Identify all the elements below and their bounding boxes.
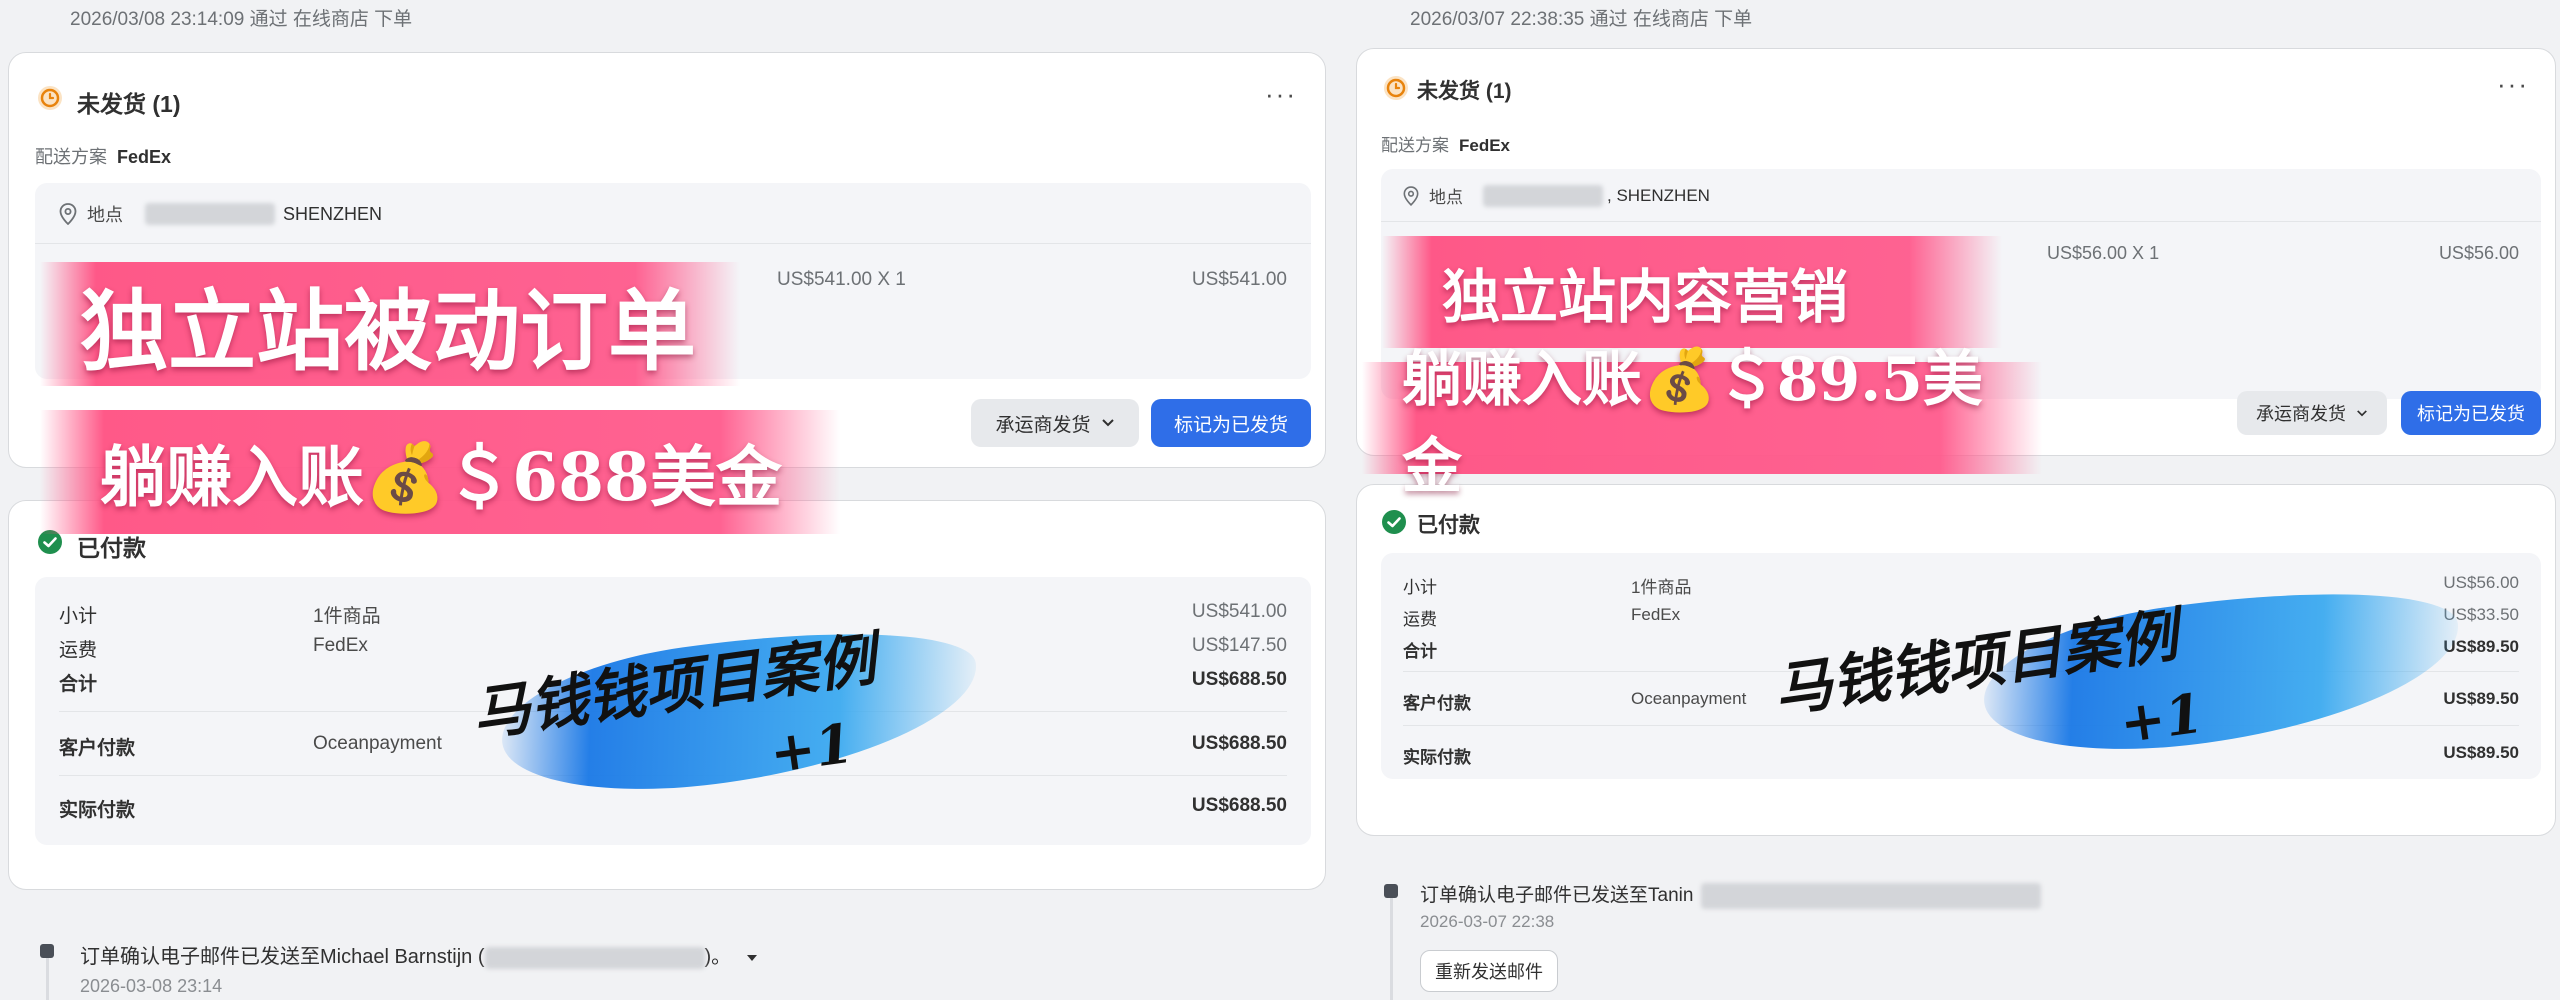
- location-row: 地点 SHENZHEN: [59, 201, 382, 227]
- timeline-dot: [40, 944, 54, 958]
- customer-paid-value: US$89.50: [2443, 689, 2519, 708]
- item-divider: [35, 243, 1311, 244]
- unfulfilled-title: 未发货 (1): [77, 91, 181, 117]
- shipping-method-value: FedEx: [1459, 136, 1511, 155]
- project-case-count: +1: [765, 710, 857, 786]
- subtotal-items: 1件商品: [1631, 578, 1692, 597]
- paid-title: 已付款: [77, 535, 146, 561]
- location-label: 地点: [87, 205, 123, 225]
- clock-circle-icon: [38, 86, 62, 110]
- promo-banner-income: 躺赚入账💰＄89.5美金: [1362, 345, 2042, 502]
- item-unit-price: US$541.00 X 1: [777, 269, 906, 290]
- actual-paid-value: US$688.50: [1191, 795, 1287, 816]
- total-label: 合计: [59, 674, 98, 695]
- shipping-method: 配送方案 FedEx: [35, 143, 171, 169]
- total-value: US$688.50: [1191, 669, 1287, 690]
- location-pin-icon: [59, 203, 77, 225]
- payment-gateway: Oceanpayment: [313, 733, 442, 754]
- project-case-count: +1: [2115, 680, 2207, 756]
- timeline-event-text: 订单确认电子邮件已发送至Michael Barnstijn (: [80, 946, 485, 968]
- check-circle-icon: [1382, 510, 1406, 534]
- shipping-carrier: FedEx: [1631, 605, 1681, 624]
- location-value: SHENZHEN: [283, 203, 383, 224]
- summary-divider-2: [1403, 725, 2519, 726]
- shipping-method-label: 配送方案: [1381, 136, 1449, 155]
- more-horizontal-icon[interactable]: ···: [1265, 79, 1297, 110]
- subtotal-label: 小计: [59, 606, 98, 627]
- redacted-address: [145, 203, 275, 225]
- promo-banner-income: 躺赚入账💰＄688美金: [40, 410, 840, 534]
- shipping-method-label: 配送方案: [35, 147, 107, 167]
- customer-paid-label: 客户付款: [1403, 694, 1471, 713]
- item-total: US$56.00: [2438, 243, 2519, 263]
- caret-down-icon[interactable]: [745, 953, 759, 963]
- carrier-ship-button[interactable]: 承运商发货: [2237, 391, 2387, 435]
- paid-title: 已付款: [1417, 514, 1480, 537]
- resend-email-button[interactable]: 重新发送邮件: [1420, 950, 1558, 992]
- resend-email-label: 重新发送邮件: [1435, 962, 1543, 982]
- promo-banner-title: 独立站被动订单: [40, 262, 740, 386]
- timeline-time: 2026-03-07 22:38: [1420, 912, 1555, 931]
- timeline-dot: [1384, 884, 1398, 898]
- unfulfilled-title: 未发货 (1): [1417, 80, 1512, 103]
- timeline-line: [46, 952, 49, 1000]
- mark-fulfilled-button[interactable]: 标记为已发货: [1151, 399, 1311, 447]
- redacted-email: [1701, 882, 2042, 909]
- more-horizontal-icon[interactable]: ···: [2497, 69, 2529, 100]
- timeline-event-text: 订单确认电子邮件已发送至Tanin: [1420, 885, 1694, 906]
- chevron-down-icon: [2357, 409, 2367, 416]
- mark-fulfilled-button[interactable]: 标记为已发货: [2401, 391, 2541, 435]
- customer-paid-label: 客户付款: [59, 738, 136, 759]
- carrier-ship-button[interactable]: 承运商发货: [971, 399, 1139, 447]
- order-header: 2026/03/07 22:38:35 通过 在线商店 下单: [1410, 9, 1753, 30]
- location-value: , SHENZHEN: [1607, 185, 1710, 205]
- timeline-event: 订单确认电子邮件已发送至Michael Barnstijn ( )。: [80, 940, 759, 969]
- mark-fulfilled-label: 标记为已发货: [1173, 414, 1288, 436]
- timeline-event: 订单确认电子邮件已发送至Tanin: [1420, 880, 2042, 909]
- carrier-ship-label: 承运商发货: [995, 414, 1091, 436]
- actual-paid-value: US$89.50: [2443, 743, 2519, 762]
- order-header: 2026/03/08 23:14:09 通过 在线商店 下单: [70, 9, 413, 30]
- left-order-panel: 2026/03/08 23:14:09 通过 在线商店 下单 未发货 (1) ·…: [0, 0, 1342, 1000]
- timeline-time: 2026-03-08 23:14: [80, 976, 223, 996]
- shipping-label: 运费: [1403, 610, 1437, 629]
- redacted-address: [1483, 184, 1603, 207]
- timeline-event-suffix: )。: [704, 946, 732, 968]
- chevron-down-icon: [1101, 419, 1114, 427]
- subtotal-value: US$541.00: [1191, 601, 1287, 622]
- total-label: 合计: [1403, 642, 1437, 661]
- clock-circle-icon: [1384, 76, 1408, 100]
- subtotal-label: 小计: [1403, 578, 1437, 597]
- shipping-carrier: FedEx: [313, 635, 368, 656]
- location-row: 地点 , SHENZHEN: [1403, 183, 1710, 208]
- subtotal-items: 1件商品: [313, 606, 381, 627]
- item-divider: [1381, 221, 2541, 222]
- actual-paid-label: 实际付款: [59, 800, 136, 821]
- item-total: US$541.00: [1191, 269, 1287, 290]
- redacted-email: [484, 946, 705, 969]
- location-label: 地点: [1429, 188, 1463, 207]
- subtotal-value: US$56.00: [2443, 573, 2519, 592]
- shipping-value: US$147.50: [1191, 635, 1287, 656]
- right-order-panel: 2026/03/07 22:38:35 通过 在线商店 下单 未发货 (1) ·…: [1342, 0, 2560, 1000]
- mark-fulfilled-label: 标记为已发货: [2417, 404, 2525, 424]
- location-pin-icon: [1403, 185, 1419, 206]
- shipping-method-value: FedEx: [117, 147, 172, 167]
- shipping-label: 运费: [59, 640, 98, 661]
- shipping-method: 配送方案 FedEx: [1381, 131, 1510, 156]
- item-unit-price: US$56.00 X 1: [2047, 243, 2160, 263]
- actual-paid-label: 实际付款: [1403, 748, 1471, 767]
- customer-paid-value: US$688.50: [1191, 733, 1287, 754]
- carrier-ship-label: 承运商发货: [2256, 404, 2346, 424]
- timeline-line: [1390, 898, 1393, 1000]
- payment-gateway: Oceanpayment: [1631, 689, 1747, 708]
